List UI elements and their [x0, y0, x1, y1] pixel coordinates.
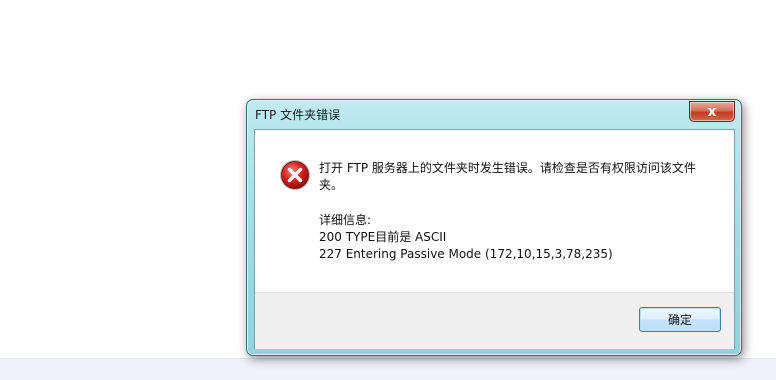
dialog-title: FTP 文件夹错误 — [255, 108, 341, 122]
details-line: 227 Entering Passive Mode (172,10,15,3,7… — [319, 247, 613, 261]
dialog-titlebar[interactable]: FTP 文件夹错误 x — [247, 100, 741, 128]
message-area: 打开 FTP 服务器上的文件夹时发生错误。请检查是否有权限访问该文件夹。 详细信… — [255, 130, 734, 292]
ok-button[interactable]: 确定 — [639, 307, 721, 332]
taskbar-strip — [0, 358, 776, 380]
error-message: 打开 FTP 服务器上的文件夹时发生错误。请检查是否有权限访问该文件夹。 — [319, 161, 696, 192]
close-button[interactable]: x — [689, 101, 735, 122]
error-icon — [280, 160, 310, 190]
dialog-client: 打开 FTP 服务器上的文件夹时发生错误。请检查是否有权限访问该文件夹。 详细信… — [254, 129, 735, 349]
details-heading: 详细信息: — [319, 213, 372, 227]
details-block: 详细信息: 200 TYPE目前是 ASCII 227 Entering Pas… — [319, 212, 711, 263]
close-icon: x — [707, 103, 717, 120]
details-line: 200 TYPE目前是 ASCII — [319, 230, 447, 244]
ftp-error-dialog: FTP 文件夹错误 x 打开 FTP 服务器上的文件夹时发生错误。请检查是否有权… — [246, 99, 742, 356]
button-bar: 确定 — [255, 292, 734, 349]
